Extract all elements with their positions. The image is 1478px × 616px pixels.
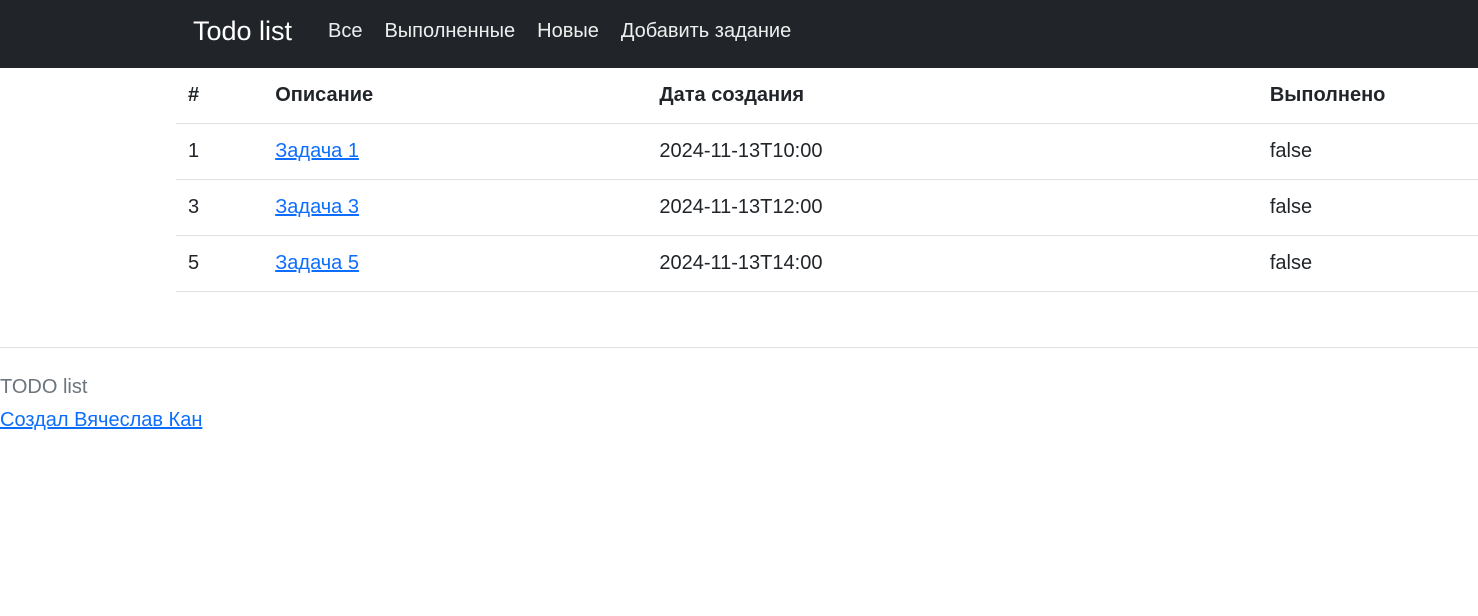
table-header-row: # Описание Дата создания Выполнено	[176, 68, 1478, 124]
task-link[interactable]: Задача 3	[275, 196, 359, 218]
header-num: #	[176, 68, 264, 124]
header-description: Описание	[263, 68, 648, 124]
table-row: 1 Задача 1 2024-11-13T10:00 false	[176, 123, 1478, 180]
tasks-table: # Описание Дата создания Выполнено 1 Зад…	[176, 68, 1478, 292]
header-created: Дата создания	[647, 68, 1258, 124]
nav-link-all[interactable]: Все	[317, 16, 373, 46]
cell-num: 5	[176, 235, 264, 292]
cell-description: Задача 5	[263, 235, 648, 292]
cell-done: false	[1257, 123, 1478, 180]
cell-created: 2024-11-13T12:00	[647, 179, 1258, 236]
cell-num: 3	[176, 179, 264, 236]
footer-title: TODO list	[0, 376, 88, 398]
nav-link-add-task[interactable]: Добавить задание	[610, 16, 802, 46]
footer-author-link[interactable]: Создал Вячеслав Кан	[0, 406, 202, 434]
footer-divider	[0, 347, 1478, 348]
nav-links: Все Выполненные Новые Добавить задание	[317, 16, 802, 46]
table-body: 1 Задача 1 2024-11-13T10:00 false 3 Зада…	[176, 123, 1478, 292]
top-navbar: Todo list Все Выполненные Новые Добавить…	[0, 0, 1478, 68]
cell-done: false	[1257, 235, 1478, 292]
cell-created: 2024-11-13T10:00	[647, 123, 1258, 180]
cell-description: Задача 3	[263, 179, 648, 236]
cell-done: false	[1257, 179, 1478, 236]
table-row: 3 Задача 3 2024-11-13T12:00 false	[176, 179, 1478, 236]
task-link[interactable]: Задача 5	[275, 252, 359, 274]
task-link[interactable]: Задача 1	[275, 140, 359, 162]
brand-link[interactable]: Todo list	[193, 14, 292, 48]
cell-num: 1	[176, 123, 264, 180]
table-header: # Описание Дата создания Выполнено	[176, 68, 1478, 124]
table-row: 5 Задача 5 2024-11-13T14:00 false	[176, 235, 1478, 292]
header-done: Выполнено	[1257, 68, 1478, 124]
nav-link-completed[interactable]: Выполненные	[373, 16, 526, 46]
nav-link-new[interactable]: Новые	[526, 16, 610, 46]
cell-description: Задача 1	[263, 123, 648, 180]
cell-created: 2024-11-13T14:00	[647, 235, 1258, 292]
